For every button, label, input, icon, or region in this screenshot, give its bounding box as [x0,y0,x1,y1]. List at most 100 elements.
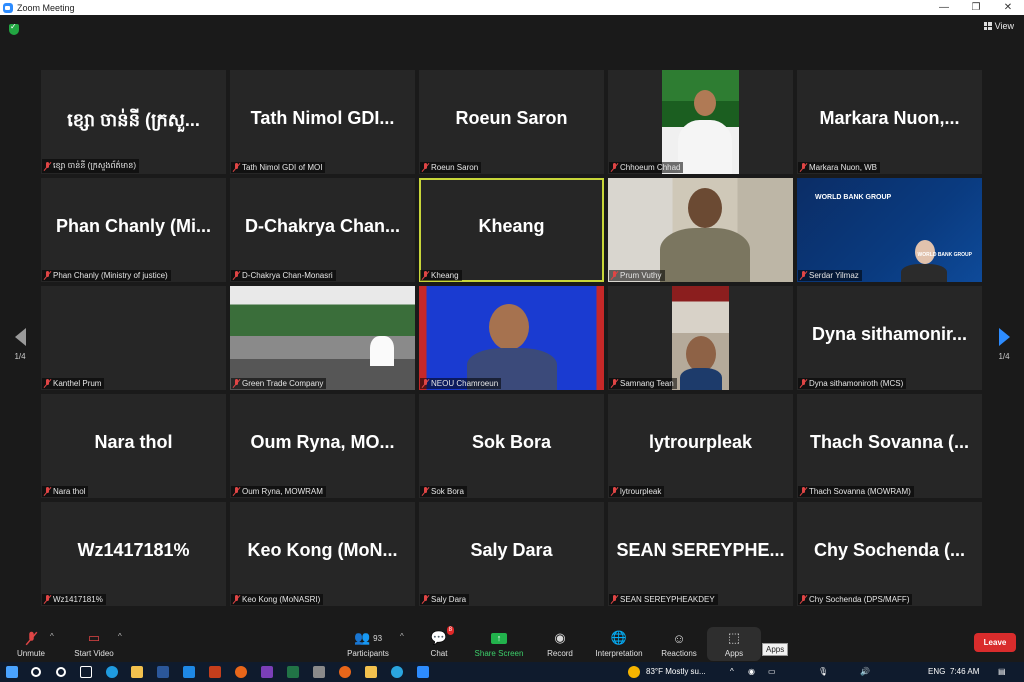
participant-name-label: Kanthel Prum [42,378,105,389]
record-button[interactable]: ◉ Record [544,625,576,662]
previous-page-button[interactable]: 1/4 [10,328,30,368]
camera-icon[interactable] [313,666,325,678]
participant-tile[interactable]: Wz1417181% Wz1417181% [41,502,226,606]
participant-tile[interactable]: Phan Chanly (Mi... Phan Chanly (Ministry … [41,178,226,282]
participant-display-name: Phan Chanly (Mi... [55,216,211,236]
next-page-button[interactable]: 1/4 [994,328,1014,368]
participant-tile[interactable]: Saly Dara Saly Dara [419,502,604,606]
microphone-muted-icon [422,487,429,496]
weather-icon[interactable] [628,666,640,678]
chat-button[interactable]: 💬 8 Chat [425,625,454,662]
participant-name-label: Kheang [420,270,462,281]
participant-tile[interactable]: WORLD BANK GROUP WORLD BANK GROUP Serdar Y… [797,178,982,282]
participant-tile[interactable]: Samnang Tean [608,286,793,390]
clock[interactable]: 7:46 AM [950,667,979,676]
minimize-button[interactable]: — [928,0,960,15]
grid-view-icon [983,22,992,30]
participant-tile[interactable]: NEOU Chamroeun [419,286,604,390]
participant-tile[interactable]: Thach Sovanna (... Thach Sovanna (MOWRAM) [797,394,982,498]
participants-button[interactable]: 👥 93 Participants [345,625,391,662]
language-indicator[interactable]: ENG [928,667,945,676]
participant-tile[interactable]: Kanthel Prum [41,286,226,390]
cortana-icon[interactable] [56,667,66,677]
view-button[interactable]: View [983,21,1014,31]
audio-options-caret-icon[interactable]: ^ [50,632,54,641]
participant-name: Markara Nuon, WB [809,163,878,172]
participant-tile[interactable]: Chy Sochenda (... Chy Sochenda (DPS/MAFF) [797,502,982,606]
record-tray-icon[interactable]: ◉ [748,667,755,676]
participant-video [672,286,729,390]
tray-expand-icon[interactable]: ^ [730,667,734,676]
microphone-muted-icon [44,595,51,604]
unmute-button[interactable]: Unmute [14,625,48,662]
participant-tile[interactable]: ខ្សោ ចាន់នី (ក្រសួ... ខ្សោ ចាន់នី (ក្រសួង… [41,70,226,174]
participant-tile[interactable]: Kheang Kheang [419,178,604,282]
participant-tile[interactable]: Keo Kong (MoN... Keo Kong (MoNASRI) [230,502,415,606]
participant-name: lytrourpleak [620,487,662,496]
folder-icon[interactable] [365,666,377,678]
video-options-caret-icon[interactable]: ^ [118,632,122,641]
participant-display-name: Kheang [478,216,545,236]
participant-tile[interactable]: SEAN SEREYPHE... SEAN SEREYPHEAKDEY [608,502,793,606]
excel-icon[interactable] [287,666,299,678]
participant-tile[interactable]: Markara Nuon,... Markara Nuon, WB [797,70,982,174]
zoom-taskbar-icon[interactable] [417,666,429,678]
start-video-button[interactable]: ▭ Start Video [72,625,116,662]
search-icon[interactable] [31,667,41,677]
participant-display-name: Roeun Saron [455,108,568,128]
participant-name: ខ្សោ ចាន់នី (ក្រសួងព័ត៌មាន) [53,161,136,170]
mic-tray-icon[interactable]: 🎙 [818,667,828,676]
participant-name: Chy Sochenda (DPS/MAFF) [809,595,910,604]
participants-icon-group: 👥 93 [348,630,388,646]
microphone-muted-icon [44,271,51,280]
task-view-icon[interactable] [80,666,92,678]
onenote-icon[interactable] [261,666,273,678]
microphone-muted-icon [22,630,40,646]
participant-tile[interactable]: Sok Bora Sok Bora [419,394,604,498]
microphone-muted-icon [800,487,807,496]
file-explorer-icon[interactable] [131,666,143,678]
participant-name-label: Tath Nimol GDI of MOI [231,162,326,173]
browser-icon[interactable] [339,666,351,678]
volume-icon[interactable]: 🔊 [860,667,870,676]
microphone-muted-icon [611,595,618,604]
window-title: Zoom Meeting [17,2,75,13]
participant-tile[interactable]: D-Chakrya Chan... D-Chakrya Chan-Monasri [230,178,415,282]
windows-start-icon[interactable] [6,666,18,678]
word-icon[interactable] [157,666,169,678]
outlook-icon[interactable] [183,666,195,678]
apps-button[interactable]: ⬚ Apps [720,625,748,662]
participant-name-label: Samnang Tean [609,378,677,389]
network-tray-icon[interactable]: ▭ [768,667,776,676]
participant-tile[interactable]: Oum Ryna, MO... Oum Ryna, MOWRAM [230,394,415,498]
weather-text[interactable]: 83°F Mostly su... [646,667,706,676]
participant-tile[interactable]: Dyna sithamonir... Dyna sithamoniroth (MC… [797,286,982,390]
participant-tile[interactable]: Green Trade Company [230,286,415,390]
participant-tile[interactable]: Roeun Saron Roeun Saron [419,70,604,174]
reactions-button[interactable]: ☺ Reactions [658,625,700,662]
leave-button[interactable]: Leave [974,633,1016,652]
participant-name: Thach Sovanna (MOWRAM) [809,487,911,496]
participant-tile[interactable]: Chhoeum Chhad [608,70,793,174]
participant-tile[interactable]: lytrourpleak lytrourpleak [608,394,793,498]
telegram-icon[interactable] [391,666,403,678]
participant-tile[interactable]: Prum Vuthy [608,178,793,282]
firefox-icon[interactable] [235,666,247,678]
microphone-muted-icon [611,163,618,172]
participant-name-label: Oum Ryna, MOWRAM [231,486,326,497]
participant-tile[interactable]: Tath Nimol GDI... Tath Nimol GDI of MOI [230,70,415,174]
close-button[interactable]: ✕ [992,0,1024,15]
participant-name-label: Saly Dara [420,594,470,605]
share-screen-button[interactable]: ↑ Share Screen [473,625,525,662]
interpretation-button[interactable]: 🌐 Interpretation [590,625,648,662]
participants-options-caret-icon[interactable]: ^ [400,632,404,641]
notifications-icon[interactable]: ▤ [998,667,1006,676]
participant-name: Kheang [431,271,459,280]
participant-name-label: NEOU Chamroeun [420,378,502,389]
apps-tooltip: Apps [762,643,789,656]
edge-icon[interactable] [106,666,118,678]
powerpoint-icon[interactable] [209,666,221,678]
security-shield-icon[interactable] [9,22,19,35]
restore-button[interactable]: ❐ [960,0,992,15]
participant-tile[interactable]: Nara thol Nara thol [41,394,226,498]
